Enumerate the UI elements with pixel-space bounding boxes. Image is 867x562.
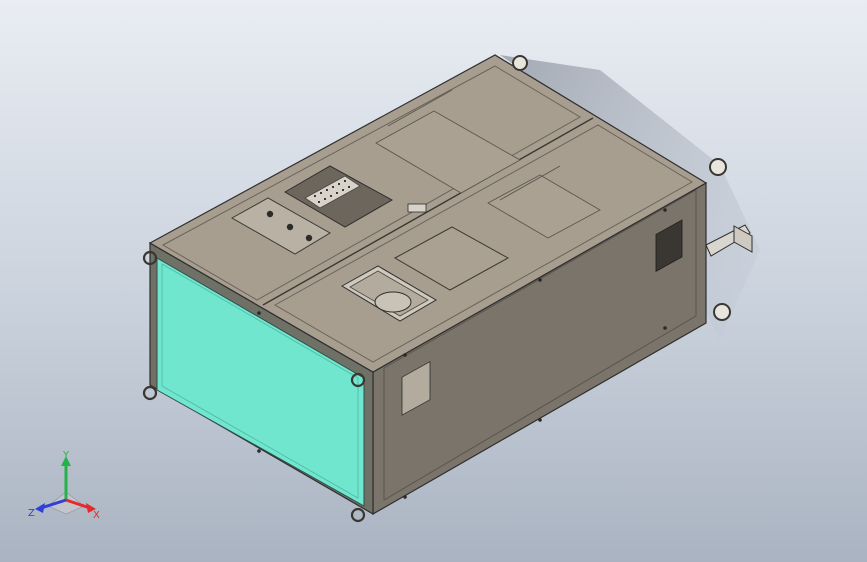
coordinate-triad: Y X Z — [28, 450, 100, 521]
round-port-icon[interactable] — [374, 291, 412, 313]
center-latch[interactable] — [407, 203, 427, 213]
triad-x-label: X — [93, 510, 100, 521]
knob-icon[interactable] — [266, 210, 274, 218]
lifting-eye-icon[interactable] — [709, 158, 727, 176]
lifting-eye-icon[interactable] — [512, 55, 528, 71]
lifting-eye-icon[interactable] — [713, 303, 731, 321]
triad-y-label: Y — [62, 450, 70, 461]
lifting-eye-icon[interactable] — [142, 385, 158, 401]
cad-viewport[interactable] — [0, 0, 867, 562]
knob-icon[interactable] — [305, 234, 313, 242]
triad-z-label: Z — [28, 508, 35, 519]
knob-icon[interactable] — [286, 223, 294, 231]
lifting-eye-icon[interactable] — [350, 507, 366, 523]
triad-z-arrow-icon — [35, 503, 45, 513]
